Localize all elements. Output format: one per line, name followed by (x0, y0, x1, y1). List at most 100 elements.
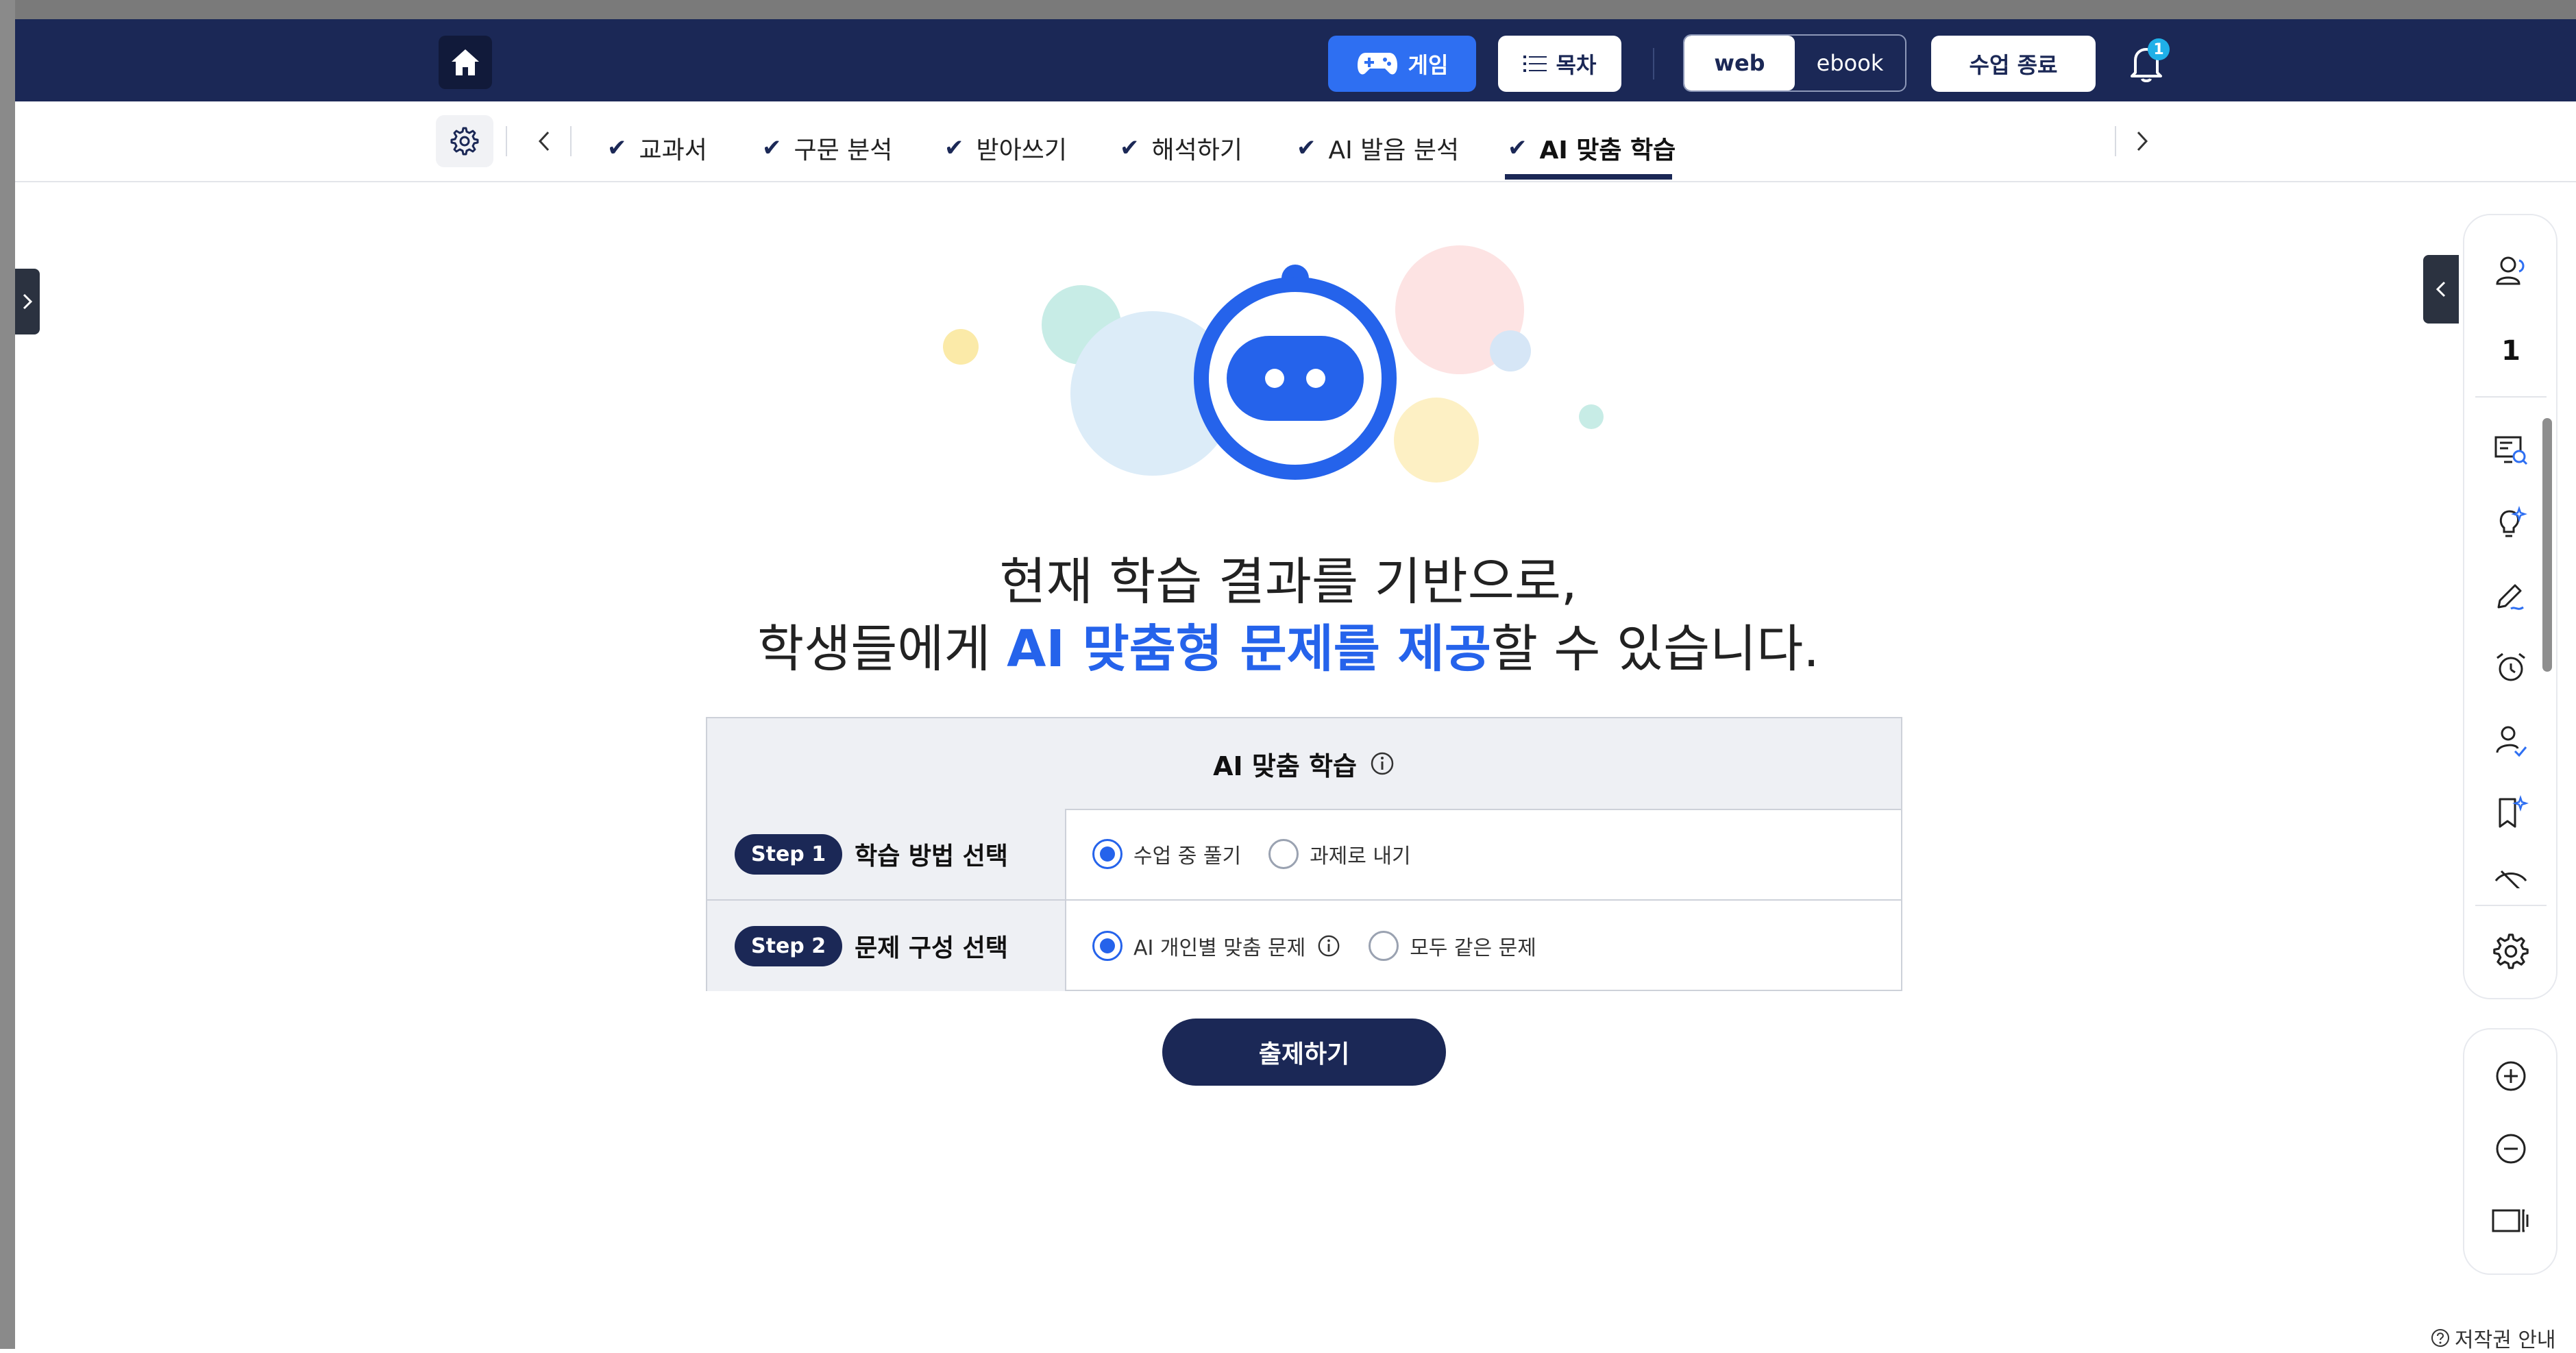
hint-button[interactable] (2482, 495, 2540, 552)
attendance-button[interactable] (2482, 711, 2540, 769)
tab-bar (15, 101, 2576, 182)
step-title: 학습 방법 선택 (855, 842, 1008, 870)
left-panel-toggle[interactable] (15, 269, 40, 334)
pen-button[interactable] (2482, 568, 2540, 625)
panel-header: AI 맞춤 학습 (707, 718, 1901, 810)
radio-button-selected[interactable] (1092, 931, 1123, 961)
gear-icon (2493, 934, 2529, 969)
top-navigation-bar (15, 19, 2576, 101)
option-label: 과제로 내기 (1310, 844, 1411, 868)
tab-label: AI 맞춤 학습 (1539, 136, 1676, 164)
check-icon: ✔ (1120, 134, 1140, 162)
zoom-in-icon (2496, 1061, 2526, 1091)
chevron-left-icon (2436, 281, 2446, 297)
rail-divider (2475, 905, 2547, 906)
home-button[interactable] (439, 36, 492, 89)
view-mode-toggle: web ebook (1683, 34, 1906, 92)
tab-label: 해석하기 (1151, 136, 1242, 164)
screen-search-icon (2494, 436, 2528, 465)
fit-screen-button[interactable] (2482, 1193, 2540, 1250)
option-label: 수업 중 풀기 (1133, 844, 1242, 868)
headline: 현재 학습 결과를 기반으로, 학생들에게 AI 맞춤형 문제를 제공할 수 있… (617, 548, 1960, 683)
list-icon (1523, 56, 1547, 72)
check-icon: ✔ (762, 134, 782, 162)
check-icon: ✔ (1297, 134, 1316, 162)
notification-badge: 1 (2148, 38, 2170, 60)
radio-button[interactable] (1369, 931, 1399, 961)
tab-ai-pronunciation[interactable]: ✔ AI 발음 분석 (1297, 117, 1459, 180)
tab-interpretation[interactable]: ✔ 해석하기 (1120, 117, 1242, 180)
step2-row: Step 2 문제 구성 선택 AI 개인별 맞춤 문제 모두 같은 문제 (707, 901, 1901, 991)
option-as-assignment[interactable]: 과제로 내기 (1268, 839, 1411, 869)
gamepad-icon (1357, 53, 1397, 75)
student-count: 1 (2501, 335, 2520, 367)
tab-separator (2115, 126, 2116, 156)
window-frame-left (0, 0, 15, 1349)
bookmark-button[interactable] (2482, 784, 2540, 842)
mode-ebook-button[interactable]: ebook (1795, 36, 1905, 90)
check-icon: ✔ (1508, 134, 1528, 162)
submit-button[interactable]: 출제하기 (1162, 1019, 1446, 1086)
topbar-divider (1653, 48, 1654, 80)
copyright-label: 저작권 안내 (2455, 1328, 2556, 1352)
table-of-contents-button[interactable]: 목차 (1498, 36, 1621, 92)
game-button[interactable]: 게임 (1328, 36, 1476, 92)
zoom-out-button[interactable] (2482, 1120, 2540, 1178)
home-icon (452, 49, 479, 75)
gear-icon (450, 127, 479, 156)
chevron-right-icon (23, 293, 33, 310)
question-circle-icon (2431, 1329, 2449, 1347)
timer-button[interactable] (2482, 639, 2540, 696)
headline-line2-suffix: 할 수 있습니다. (1491, 620, 1819, 679)
rail-settings-button[interactable] (2482, 923, 2540, 980)
tab-syntax-analysis[interactable]: ✔ 구문 분석 (762, 117, 892, 180)
copyright-notice-link[interactable]: 저작권 안내 (2430, 1323, 2556, 1353)
headline-line1: 현재 학습 결과를 기반으로, (999, 552, 1578, 611)
tab-textbook[interactable]: ✔ 교과서 (607, 117, 707, 180)
ai-custom-learning-panel: AI 맞춤 학습 Step 1 학습 방법 선택 수업 중 풀기 과제로 내기 … (706, 717, 1902, 991)
mode-web-button[interactable]: web (1684, 36, 1795, 90)
window-frame-top (0, 0, 2576, 19)
headline-line2: 학생들에게 AI 맞춤형 문제를 제공할 수 있습니다. (617, 615, 1960, 683)
toc-button-label: 목차 (1556, 52, 1597, 78)
option-in-class[interactable]: 수업 중 풀기 (1092, 839, 1241, 869)
hide-button[interactable] (2482, 854, 2540, 888)
step1-label-cell: Step 1 학습 방법 선택 (707, 809, 1066, 899)
info-icon[interactable] (1316, 934, 1341, 958)
tab-label: 구문 분석 (794, 136, 893, 164)
info-icon[interactable] (1369, 751, 1395, 777)
students-icon (2496, 256, 2525, 285)
tab-label: 교과서 (639, 136, 707, 164)
option-same-for-all[interactable]: 모두 같은 문제 (1369, 931, 1536, 961)
chevron-left-icon (538, 131, 550, 151)
game-button-label: 게임 (1408, 52, 1449, 78)
tab-separator (506, 126, 507, 156)
alarm-clock-icon (2497, 653, 2525, 681)
radio-button-selected[interactable] (1092, 839, 1123, 869)
screen-monitor-button[interactable] (2482, 422, 2540, 480)
option-ai-individual[interactable]: AI 개인별 맞춤 문제 (1092, 931, 1341, 961)
end-class-button[interactable]: 수업 종료 (1931, 36, 2096, 92)
check-icon: ✔ (607, 134, 627, 162)
tool-rail-scrollbar[interactable] (2542, 418, 2552, 672)
tab-settings-button[interactable] (436, 115, 493, 167)
option-label: AI 개인별 맞춤 문제 (1133, 936, 1306, 960)
students-button[interactable] (2482, 243, 2540, 300)
pen-icon (2497, 584, 2524, 610)
eye-off-icon (2494, 870, 2527, 888)
zoom-in-button[interactable] (2482, 1047, 2540, 1105)
zoom-out-icon (2496, 1134, 2526, 1164)
tab-next-button[interactable] (2129, 119, 2156, 163)
rail-divider (2475, 396, 2547, 398)
tab-prev-button[interactable] (530, 119, 558, 163)
radio-button[interactable] (1268, 839, 1299, 869)
tab-ai-custom-learning[interactable]: ✔ AI 맞춤 학습 (1508, 117, 1676, 180)
step2-label-cell: Step 2 문제 구성 선택 (707, 901, 1066, 991)
step-badge: Step 2 (735, 925, 843, 966)
step2-options: AI 개인별 맞춤 문제 모두 같은 문제 (1066, 901, 1901, 991)
right-panel-toggle[interactable] (2423, 255, 2459, 324)
user-check-icon (2496, 726, 2527, 757)
tab-dictation[interactable]: ✔ 받아쓰기 (944, 117, 1067, 180)
lightbulb-icon (2499, 506, 2527, 537)
fit-screen-icon (2492, 1209, 2529, 1232)
